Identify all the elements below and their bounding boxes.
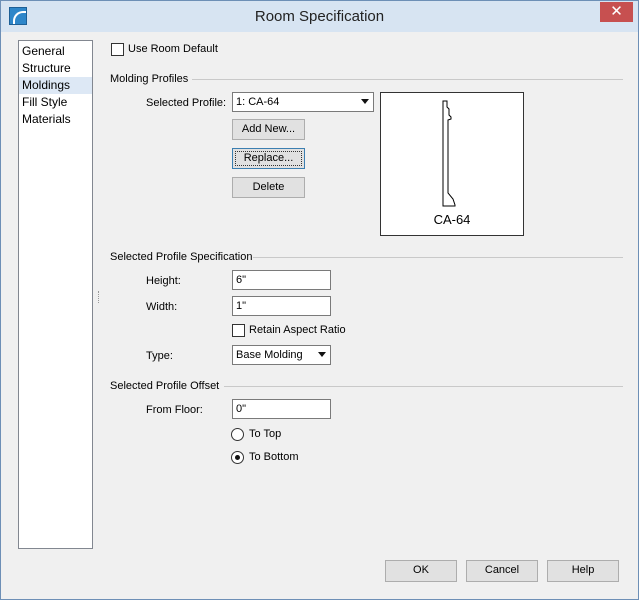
- from-floor-field[interactable]: 0": [232, 399, 331, 419]
- splitter-grip[interactable]: [98, 291, 100, 303]
- sidebar-item-moldings[interactable]: Moldings: [19, 77, 92, 94]
- profile-offset-divider: [224, 386, 623, 387]
- chevron-down-icon: [361, 99, 369, 104]
- to-top-radio[interactable]: [231, 428, 244, 441]
- width-label: Width:: [146, 301, 178, 313]
- room-specification-dialog: Room Specification ✕ General Structure M…: [0, 0, 639, 600]
- molding-profiles-divider: [192, 79, 623, 80]
- type-label: Type:: [146, 350, 173, 362]
- type-value: Base Molding: [236, 349, 303, 361]
- sidebar-item-fill-style[interactable]: Fill Style: [19, 94, 92, 111]
- width-field[interactable]: 1": [232, 296, 331, 316]
- type-dropdown[interactable]: Base Molding: [232, 345, 331, 365]
- retain-aspect-ratio-label: Retain Aspect Ratio: [249, 324, 346, 336]
- height-label: Height:: [146, 275, 181, 287]
- replace-button[interactable]: Replace...: [232, 148, 305, 169]
- selected-profile-dropdown[interactable]: 1: CA-64: [232, 92, 374, 112]
- focus-ring: [235, 151, 302, 166]
- add-new-button[interactable]: Add New...: [232, 119, 305, 140]
- cancel-button[interactable]: Cancel: [466, 560, 538, 582]
- preview-caption: CA-64: [433, 212, 471, 227]
- window-title: Room Specification: [254, 8, 385, 25]
- profile-spec-divider: [253, 257, 623, 258]
- close-icon: ✕: [610, 3, 623, 20]
- add-new-label: Add New...: [241, 123, 296, 135]
- delete-button[interactable]: Delete: [232, 177, 305, 198]
- from-floor-label: From Floor:: [146, 404, 203, 416]
- sidebar-item-structure[interactable]: Structure: [19, 60, 92, 77]
- sidebar-item-materials[interactable]: Materials: [19, 111, 92, 128]
- cancel-label: Cancel: [484, 564, 520, 576]
- molding-profiles-heading: Molding Profiles: [110, 73, 189, 85]
- use-room-default-label: Use Room Default: [128, 43, 218, 55]
- chevron-down-icon: [318, 352, 326, 357]
- height-field[interactable]: 6": [232, 270, 331, 290]
- category-list[interactable]: General Structure Moldings Fill Style Ma…: [18, 40, 93, 549]
- use-room-default-checkbox[interactable]: [111, 43, 124, 56]
- to-top-label: To Top: [249, 428, 282, 440]
- ok-label: OK: [413, 564, 429, 576]
- profile-preview: CA-64: [380, 92, 524, 236]
- title-bar: Room Specification ✕: [1, 1, 638, 32]
- to-bottom-radio[interactable]: [231, 451, 244, 464]
- close-button[interactable]: ✕: [600, 2, 633, 22]
- to-bottom-label: To Bottom: [249, 451, 299, 463]
- retain-aspect-ratio-checkbox[interactable]: [232, 324, 245, 337]
- ok-button[interactable]: OK: [385, 560, 457, 582]
- help-button[interactable]: Help: [547, 560, 619, 582]
- selected-profile-value: 1: CA-64: [236, 96, 280, 108]
- profile-spec-heading: Selected Profile Specification: [110, 251, 253, 263]
- sidebar-item-general[interactable]: General: [19, 43, 92, 60]
- help-label: Help: [571, 564, 595, 576]
- profile-offset-heading: Selected Profile Offset: [110, 380, 220, 392]
- delete-label: Delete: [252, 181, 285, 193]
- selected-profile-label: Selected Profile:: [146, 97, 227, 109]
